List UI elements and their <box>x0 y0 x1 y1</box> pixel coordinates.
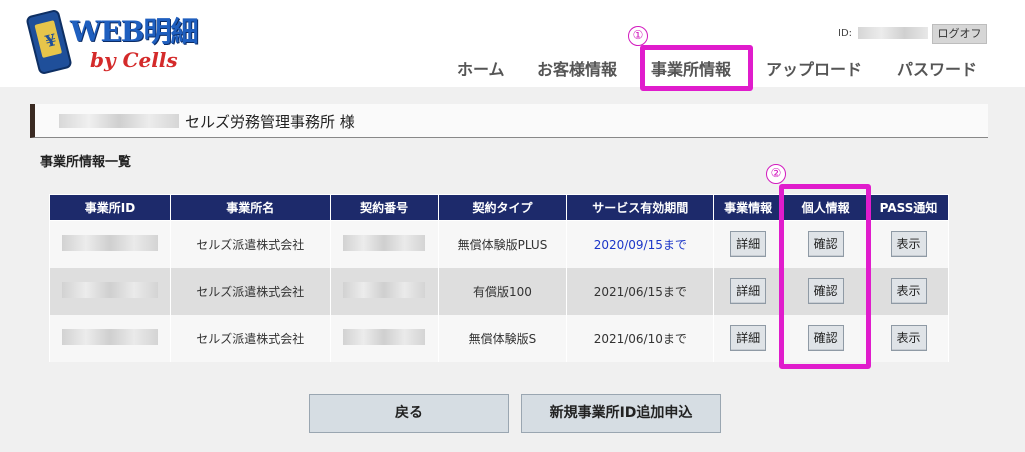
service-period-cell: 2021/06/15まで <box>566 267 715 315</box>
contract-type-cell: 無償体験版PLUS <box>437 220 568 268</box>
office-id-redacted <box>61 281 158 298</box>
logo-title: WEB明細 <box>70 15 198 48</box>
id-label: ID: <box>838 27 853 39</box>
annotation-highlight-nav <box>640 45 753 91</box>
col-business-info: 事業情報 <box>713 194 784 221</box>
col-office-id: 事業所ID <box>49 194 171 221</box>
detail-button[interactable]: 詳細 <box>730 231 767 258</box>
annotation-badge-2: ② <box>766 164 786 184</box>
annotation-badge-1: ① <box>628 26 648 46</box>
nav-upload[interactable]: アップロード <box>766 56 862 80</box>
contract-type-cell: 有償版100 <box>437 267 568 315</box>
id-value-redacted <box>858 27 929 39</box>
detail-button[interactable]: 詳細 <box>730 278 767 304</box>
col-office-name: 事業所名 <box>169 194 331 221</box>
office-id-redacted <box>61 234 158 251</box>
office-name-cell: セルズ派遣株式会社 <box>169 267 331 315</box>
office-title-bar: セルズ労務管理事務所 様 <box>30 104 988 138</box>
col-pass-notify: PASS通知 <box>868 194 949 221</box>
back-button[interactable]: 戻る <box>309 394 509 433</box>
col-service-period: サービス有効期間 <box>566 194 715 221</box>
service-period-cell: 2020/09/15まで <box>593 237 687 252</box>
office-id-redacted <box>61 328 158 345</box>
nav-customer-info[interactable]: お客様情報 <box>537 56 617 80</box>
contract-no-redacted <box>343 281 426 298</box>
add-office-apply-button[interactable]: 新規事業所ID追加申込 <box>521 394 721 433</box>
col-contract-no: 契約番号 <box>329 194 439 221</box>
main-nav: ホーム お客様情報 事業所情報 アップロード パスワード <box>0 56 1025 82</box>
office-title: セルズ労務管理事務所 様 <box>185 113 355 131</box>
office-name-redacted <box>59 114 179 128</box>
detail-button[interactable]: 詳細 <box>730 325 767 351</box>
nav-password[interactable]: パスワード <box>897 56 977 80</box>
show-button[interactable]: 表示 <box>890 278 927 304</box>
show-button[interactable]: 表示 <box>890 325 927 351</box>
section-title: 事業所情報一覧 <box>40 155 132 170</box>
contract-no-redacted <box>343 328 426 345</box>
contract-no-redacted <box>343 234 426 251</box>
office-name-cell: セルズ派遣株式会社 <box>169 314 331 362</box>
show-button[interactable]: 表示 <box>890 231 927 258</box>
contract-type-cell: 無償体験版S <box>437 314 568 362</box>
service-period-cell: 2021/06/10まで <box>566 314 715 362</box>
nav-home[interactable]: ホーム <box>457 56 505 80</box>
site-header: ¥ WEB明細 by Cells ID: ログオフ ホーム お客様情報 事業所情… <box>0 0 1025 91</box>
logoff-button[interactable]: ログオフ <box>932 24 987 44</box>
office-name-cell: セルズ派遣株式会社 <box>169 220 331 268</box>
annotation-highlight-personal <box>779 184 871 369</box>
col-contract-type: 契約タイプ <box>437 194 568 221</box>
user-id-display: ID: <box>838 27 929 39</box>
